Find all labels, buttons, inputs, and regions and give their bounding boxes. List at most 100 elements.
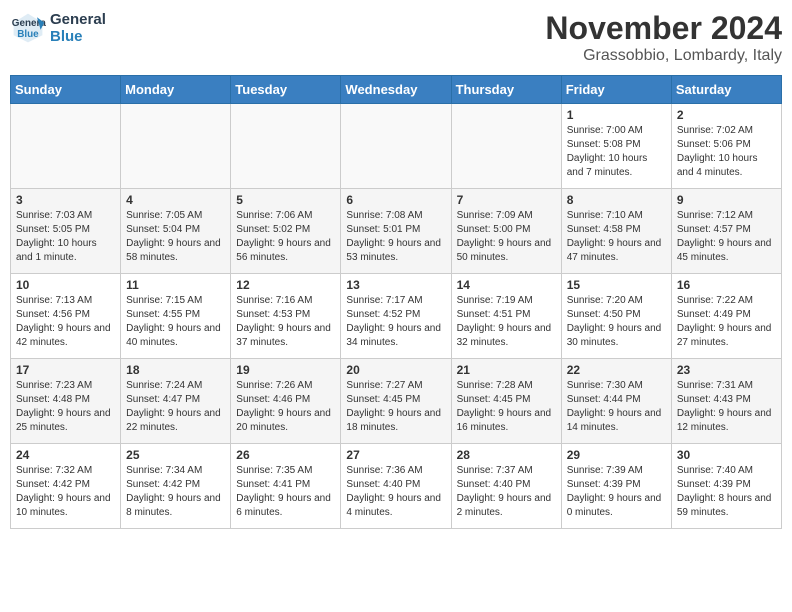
day-number: 12 (236, 278, 335, 292)
calendar-cell (341, 104, 451, 189)
calendar-cell: 3 Sunrise: 7:03 AM Sunset: 5:05 PM Daylig… (11, 189, 121, 274)
calendar-cell: 2 Sunrise: 7:02 AM Sunset: 5:06 PM Daylig… (671, 104, 781, 189)
day-info: Sunrise: 7:39 AM Sunset: 4:39 PM Dayligh… (567, 464, 666, 520)
header: General Blue General Blue November 2024 … (10, 10, 782, 65)
calendar-cell: 21 Sunrise: 7:28 AM Sunset: 4:45 PM Dayli… (451, 359, 561, 444)
day-info: Sunrise: 7:35 AM Sunset: 4:41 PM Dayligh… (236, 464, 335, 520)
day-number: 21 (457, 363, 556, 377)
day-info: Sunrise: 7:22 AM Sunset: 4:49 PM Dayligh… (677, 294, 776, 350)
calendar-cell: 6 Sunrise: 7:08 AM Sunset: 5:01 PM Daylig… (341, 189, 451, 274)
day-info: Sunrise: 7:37 AM Sunset: 4:40 PM Dayligh… (457, 464, 556, 520)
svg-text:Blue: Blue (17, 29, 39, 40)
header-saturday: Saturday (671, 76, 781, 104)
day-number: 5 (236, 193, 335, 207)
calendar-cell: 23 Sunrise: 7:31 AM Sunset: 4:43 PM Dayli… (671, 359, 781, 444)
calendar-cell: 24Sunrise: 7:32 AM Sunset: 4:42 PM Dayli… (11, 444, 121, 529)
calendar-cell: 7 Sunrise: 7:09 AM Sunset: 5:00 PM Daylig… (451, 189, 561, 274)
calendar-cell: 26Sunrise: 7:35 AM Sunset: 4:41 PM Dayli… (231, 444, 341, 529)
day-number: 7 (457, 193, 556, 207)
day-number: 6 (346, 193, 445, 207)
day-info: Sunrise: 7:13 AM Sunset: 4:56 PM Dayligh… (16, 294, 115, 350)
calendar-cell: 13Sunrise: 7:17 AM Sunset: 4:52 PM Dayli… (341, 274, 451, 359)
day-number: 28 (457, 448, 556, 462)
calendar-header: SundayMondayTuesdayWednesdayThursdayFrid… (11, 76, 782, 104)
day-number: 16 (677, 278, 776, 292)
day-info: Sunrise: 7:40 AM Sunset: 4:39 PM Dayligh… (677, 464, 776, 520)
day-number: 14 (457, 278, 556, 292)
day-number: 30 (677, 448, 776, 462)
calendar-cell: 14 Sunrise: 7:19 AM Sunset: 4:51 PM Dayli… (451, 274, 561, 359)
header-friday: Friday (561, 76, 671, 104)
day-info: Sunrise: 7:05 AM Sunset: 5:04 PM Dayligh… (126, 209, 225, 265)
day-number: 2 (677, 108, 776, 122)
day-info: Sunrise: 7:20 AM Sunset: 4:50 PM Dayligh… (567, 294, 666, 350)
day-info: Sunrise: 7:19 AM Sunset: 4:51 PM Dayligh… (457, 294, 556, 350)
calendar-cell: 30 Sunrise: 7:40 AM Sunset: 4:39 PM Dayli… (671, 444, 781, 529)
calendar-cell: 17 Sunrise: 7:23 AM Sunset: 4:48 PM Dayli… (11, 359, 121, 444)
calendar-cell: 8Sunrise: 7:10 AM Sunset: 4:58 PM Daylig… (561, 189, 671, 274)
calendar-cell: 9 Sunrise: 7:12 AM Sunset: 4:57 PM Daylig… (671, 189, 781, 274)
day-number: 24 (16, 448, 115, 462)
title-block: November 2024 Grassobbio, Lombardy, Ital… (545, 10, 782, 65)
day-info: Sunrise: 7:27 AM Sunset: 4:45 PM Dayligh… (346, 379, 445, 435)
calendar-cell: 22 Sunrise: 7:30 AM Sunset: 4:44 PM Dayli… (561, 359, 671, 444)
day-number: 3 (16, 193, 115, 207)
day-number: 15 (567, 278, 666, 292)
day-info: Sunrise: 7:17 AM Sunset: 4:52 PM Dayligh… (346, 294, 445, 350)
day-info: Sunrise: 7:30 AM Sunset: 4:44 PM Dayligh… (567, 379, 666, 435)
day-info: Sunrise: 7:24 AM Sunset: 4:47 PM Dayligh… (126, 379, 225, 435)
calendar-cell: 28 Sunrise: 7:37 AM Sunset: 4:40 PM Dayli… (451, 444, 561, 529)
month-title: November 2024 (545, 10, 782, 47)
calendar-cell: 15 Sunrise: 7:20 AM Sunset: 4:50 PM Dayli… (561, 274, 671, 359)
calendar-cell: 4 Sunrise: 7:05 AM Sunset: 5:04 PM Daylig… (121, 189, 231, 274)
day-number: 11 (126, 278, 225, 292)
calendar-cell: 20Sunrise: 7:27 AM Sunset: 4:45 PM Dayli… (341, 359, 451, 444)
day-number: 8 (567, 193, 666, 207)
day-info: Sunrise: 7:28 AM Sunset: 4:45 PM Dayligh… (457, 379, 556, 435)
day-info: Sunrise: 7:00 AM Sunset: 5:08 PM Dayligh… (567, 124, 666, 180)
header-wednesday: Wednesday (341, 76, 451, 104)
day-info: Sunrise: 7:34 AM Sunset: 4:42 PM Dayligh… (126, 464, 225, 520)
day-info: Sunrise: 7:08 AM Sunset: 5:01 PM Dayligh… (346, 209, 445, 265)
calendar-cell: 1 Sunrise: 7:00 AM Sunset: 5:08 PM Daylig… (561, 104, 671, 189)
header-tuesday: Tuesday (231, 76, 341, 104)
day-number: 10 (16, 278, 115, 292)
location: Grassobbio, Lombardy, Italy (545, 47, 782, 65)
calendar-cell (11, 104, 121, 189)
day-info: Sunrise: 7:03 AM Sunset: 5:05 PM Dayligh… (16, 209, 115, 265)
day-info: Sunrise: 7:15 AM Sunset: 4:55 PM Dayligh… (126, 294, 225, 350)
day-info: Sunrise: 7:06 AM Sunset: 5:02 PM Dayligh… (236, 209, 335, 265)
calendar-cell: 16 Sunrise: 7:22 AM Sunset: 4:49 PM Dayli… (671, 274, 781, 359)
day-number: 23 (677, 363, 776, 377)
calendar-cell (231, 104, 341, 189)
day-info: Sunrise: 7:26 AM Sunset: 4:46 PM Dayligh… (236, 379, 335, 435)
calendar-cell: 10 Sunrise: 7:13 AM Sunset: 4:56 PM Dayli… (11, 274, 121, 359)
logo-icon: General Blue (10, 10, 46, 46)
day-number: 9 (677, 193, 776, 207)
calendar-cell: 5 Sunrise: 7:06 AM Sunset: 5:02 PM Daylig… (231, 189, 341, 274)
day-number: 22 (567, 363, 666, 377)
day-info: Sunrise: 7:36 AM Sunset: 4:40 PM Dayligh… (346, 464, 445, 520)
day-info: Sunrise: 7:23 AM Sunset: 4:48 PM Dayligh… (16, 379, 115, 435)
day-info: Sunrise: 7:09 AM Sunset: 5:00 PM Dayligh… (457, 209, 556, 265)
logo-blue: Blue (50, 28, 106, 45)
header-sunday: Sunday (11, 76, 121, 104)
day-number: 17 (16, 363, 115, 377)
calendar-cell: 11 Sunrise: 7:15 AM Sunset: 4:55 PM Dayli… (121, 274, 231, 359)
day-info: Sunrise: 7:31 AM Sunset: 4:43 PM Dayligh… (677, 379, 776, 435)
day-number: 29 (567, 448, 666, 462)
calendar-cell: 12 Sunrise: 7:16 AM Sunset: 4:53 PM Dayli… (231, 274, 341, 359)
calendar-cell: 27Sunrise: 7:36 AM Sunset: 4:40 PM Dayli… (341, 444, 451, 529)
day-number: 4 (126, 193, 225, 207)
day-number: 1 (567, 108, 666, 122)
day-info: Sunrise: 7:02 AM Sunset: 5:06 PM Dayligh… (677, 124, 776, 180)
day-number: 18 (126, 363, 225, 377)
header-thursday: Thursday (451, 76, 561, 104)
day-info: Sunrise: 7:16 AM Sunset: 4:53 PM Dayligh… (236, 294, 335, 350)
logo: General Blue General Blue (10, 10, 106, 46)
day-number: 19 (236, 363, 335, 377)
day-info: Sunrise: 7:12 AM Sunset: 4:57 PM Dayligh… (677, 209, 776, 265)
calendar-table: SundayMondayTuesdayWednesdayThursdayFrid… (10, 75, 782, 529)
calendar-cell: 25Sunrise: 7:34 AM Sunset: 4:42 PM Dayli… (121, 444, 231, 529)
calendar-cell: 29 Sunrise: 7:39 AM Sunset: 4:39 PM Dayli… (561, 444, 671, 529)
